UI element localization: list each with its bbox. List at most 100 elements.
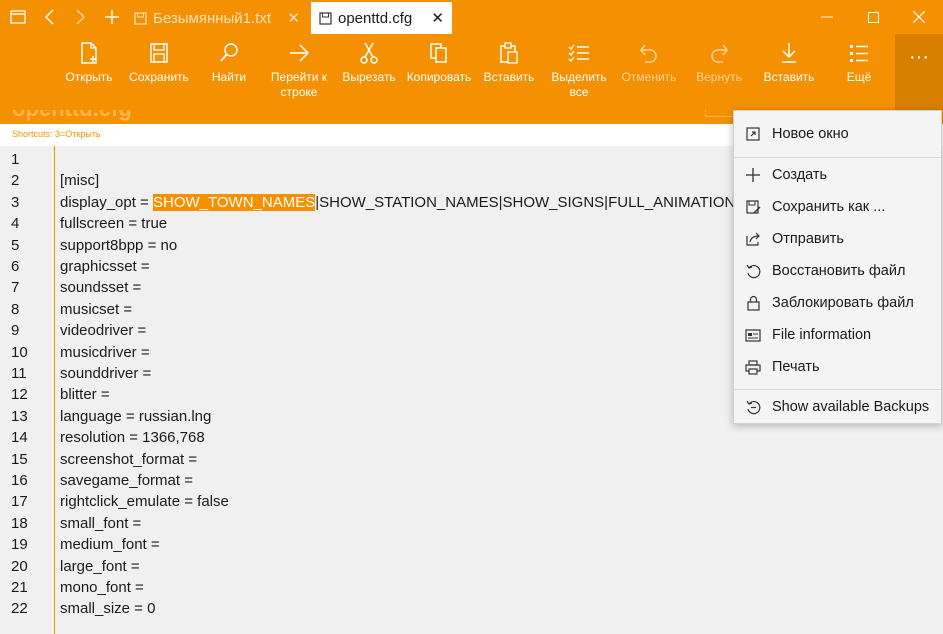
code-line[interactable]: large_font =	[60, 556, 140, 577]
line-number: 2	[11, 172, 20, 190]
document-title: openttd.cfg	[12, 110, 132, 122]
line-number: 20	[11, 557, 28, 575]
line-number: 21	[11, 579, 28, 596]
code-text: [misc]	[60, 172, 100, 190]
code-text: large_font =	[60, 557, 140, 575]
line-number: 1	[11, 151, 20, 168]
menu-item-restore[interactable]: Восстановить файл	[734, 256, 941, 286]
code-line[interactable]: resolution = 1366,768	[60, 427, 205, 448]
more-dots-icon: ···	[909, 46, 929, 68]
minimize-button[interactable]	[804, 0, 850, 34]
tab-openttd[interactable]: openttd.cfg ✕	[311, 2, 452, 34]
menu-item-new-window[interactable]: Новое окно	[734, 119, 941, 149]
code-line[interactable]: small_font =	[60, 513, 141, 534]
forward-icon[interactable]	[64, 0, 96, 34]
code-text: musicset =	[60, 300, 133, 318]
tab-untitled[interactable]: Безымянный1.txt ✕	[126, 2, 308, 34]
line-number: 9	[11, 322, 20, 340]
close-icon[interactable]: ✕	[287, 9, 300, 27]
code-text: medium_font =	[60, 536, 160, 554]
printer-icon	[734, 359, 772, 375]
plus-icon	[734, 168, 772, 182]
floppy-icon	[150, 43, 168, 63]
copy-button[interactable]: Копировать	[404, 42, 474, 85]
menu-separator	[734, 157, 941, 158]
lock-icon	[734, 295, 772, 311]
code-text: screenshot_format =	[60, 450, 198, 468]
cut-button[interactable]: Вырезать	[334, 42, 404, 85]
redo-button[interactable]: Вернуть	[684, 42, 754, 85]
maximize-button[interactable]	[850, 0, 896, 34]
open-button[interactable]: Открыть	[54, 42, 124, 85]
overflow-menu: Новое окно Создать Сохранить как ... Отп…	[733, 110, 942, 424]
line-number: 11	[11, 365, 27, 382]
line-number: 18	[11, 514, 28, 532]
code-line[interactable]: screenshot_format =	[60, 449, 197, 470]
more-tools-button[interactable]: Ещё	[824, 42, 894, 85]
code-line[interactable]: fullscreen = true	[60, 213, 167, 234]
menu-item-send[interactable]: Отправить	[734, 224, 941, 254]
code-line[interactable]: medium_font =	[60, 534, 160, 555]
save-button[interactable]: Сохранить	[124, 42, 194, 85]
line-number-gutter: 1 2 3 4 5 6 7 8 9 10 11 12 13 14 15 16 17 18 19 20 21 22	[0, 146, 55, 634]
goto-line-button[interactable]: Перейти к строке	[264, 42, 334, 100]
copy-icon	[430, 43, 447, 63]
menu-item-save-as[interactable]: Сохранить как ...	[734, 192, 941, 222]
line-number: 12	[11, 386, 28, 404]
code-line[interactable]: graphicsset =	[60, 256, 150, 277]
new-window-icon	[734, 127, 772, 141]
line-number: 4	[11, 215, 20, 233]
code-line[interactable]: musicset =	[60, 299, 132, 320]
code-text: mono_font =	[60, 579, 144, 596]
search-icon	[220, 43, 238, 62]
restore-icon	[734, 264, 772, 279]
line-number: 5	[11, 236, 20, 254]
line-number: 22	[11, 600, 28, 618]
code-line[interactable]: blitter =	[60, 384, 110, 405]
back-icon[interactable]	[34, 0, 66, 34]
code-text: soundsset =	[60, 279, 142, 297]
code-line[interactable]: rightclick_emulate = false	[60, 491, 229, 512]
code-line[interactable]: language = russian.lng	[60, 406, 211, 427]
line-number: 3	[11, 193, 20, 211]
menu-item-create[interactable]: Создать	[734, 160, 941, 190]
line-number: 13	[11, 407, 28, 425]
paste-button[interactable]: Вставить	[474, 42, 544, 85]
code-line[interactable]: musicdriver =	[60, 342, 150, 363]
select-all-button[interactable]: Выделить все	[544, 42, 614, 100]
line-number: 10	[11, 343, 28, 361]
close-icon[interactable]: ✕	[431, 9, 444, 27]
code-line[interactable]: savegame_format =	[60, 470, 193, 491]
code-text: |SHOW_STATION_NAMES|SHOW_SIGNS|FULL_ANIM…	[315, 193, 740, 211]
toolbar: Открыть Сохранить Найти Перейти к строке…	[0, 34, 943, 110]
code-line[interactable]: display_opt = SHOW_TOWN_NAMES|SHOW_STATI…	[60, 192, 739, 213]
code-text: small_size = 0	[60, 600, 156, 618]
select-all-icon	[568, 44, 589, 62]
tab-list-icon[interactable]	[2, 0, 34, 34]
code-text: blitter =	[60, 386, 110, 404]
scissors-icon	[360, 42, 378, 64]
code-line[interactable]: soundsset =	[60, 277, 141, 298]
code-text: language = russian.lng	[60, 407, 212, 425]
menu-item-print[interactable]: Печать	[734, 352, 941, 382]
code-line[interactable]: sounddriver =	[60, 363, 151, 384]
new-tab-icon[interactable]	[96, 0, 128, 34]
close-window-button[interactable]	[896, 0, 942, 34]
menu-item-lock[interactable]: Заблокировать файл	[734, 288, 941, 318]
code-line[interactable]: videodriver =	[60, 320, 146, 341]
code-line[interactable]: [misc]	[60, 170, 99, 191]
find-button[interactable]: Найти	[194, 42, 264, 85]
floppy-icon	[319, 11, 332, 25]
overflow-menu-button[interactable]: ···	[895, 34, 943, 110]
insert-button[interactable]: Вставить	[754, 42, 824, 85]
code-text: graphicsset =	[60, 258, 150, 275]
undo-button[interactable]: Отменить	[614, 42, 684, 85]
code-line[interactable]: mono_font =	[60, 577, 144, 598]
code-line[interactable]: small_size = 0	[60, 598, 155, 619]
menu-separator	[734, 389, 941, 390]
code-text: support8bpp = no	[60, 236, 178, 254]
code-text: fullscreen = true	[60, 215, 168, 233]
menu-item-file-info[interactable]: File information	[734, 320, 941, 350]
code-line[interactable]: support8bpp = no	[60, 235, 177, 256]
menu-item-backups[interactable]: Show available Backups	[734, 392, 941, 422]
